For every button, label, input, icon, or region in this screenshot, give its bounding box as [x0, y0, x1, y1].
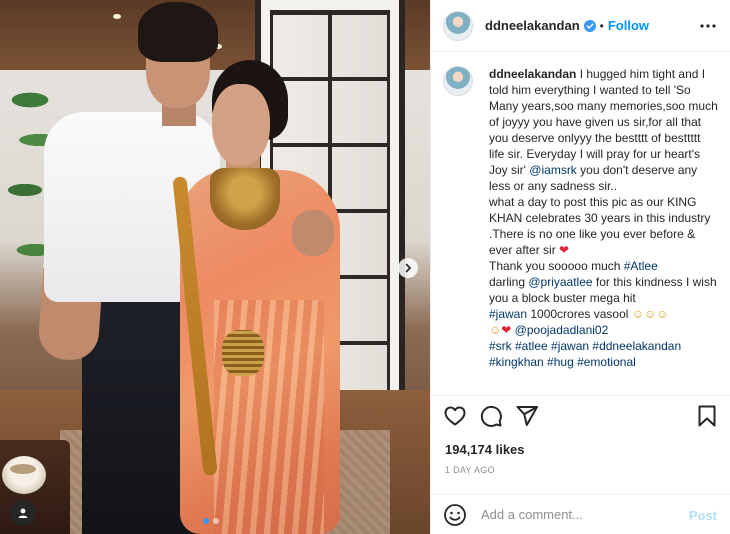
chevron-right-icon — [405, 263, 411, 273]
carousel-dot — [213, 518, 219, 524]
comment-input[interactable] — [481, 507, 681, 522]
hashtag-jawan[interactable]: #jawan — [489, 307, 527, 321]
caption-part: you don't deserve any less or any sadnes… — [489, 163, 711, 257]
carousel-dot-active — [203, 518, 209, 524]
post-side-panel: ddneelakandan • Follow ddneelakandan I h… — [430, 0, 730, 534]
author-avatar[interactable] — [443, 10, 473, 41]
speech-bubble-icon[interactable] — [479, 404, 503, 428]
author-username[interactable]: ddneelakandan — [485, 18, 580, 33]
caption-part: Thank you sooooo much — [489, 259, 621, 273]
smiley-emojis: ☺☺☺ — [631, 307, 669, 321]
hashtags-line-2[interactable]: #kingkhan #hug #emotional — [489, 355, 636, 369]
post-header: ddneelakandan • Follow — [431, 0, 730, 52]
user-tag-icon — [18, 508, 28, 518]
ceiling-light — [113, 14, 121, 19]
woman-necklace — [210, 168, 280, 230]
header-separator: • — [599, 18, 604, 33]
caption-username[interactable]: ddneelakandan — [489, 67, 576, 81]
caption: ddneelakandan I hugged him tight and I t… — [443, 66, 719, 370]
verified-badge-icon — [583, 19, 596, 32]
comment-box: Post — [431, 494, 730, 534]
mention-iamsrk[interactable]: @iamsrk — [529, 163, 577, 177]
smiley-icon[interactable] — [443, 503, 467, 527]
post-photo[interactable] — [0, 0, 430, 534]
hashtags-line-1[interactable]: #srk #atlee #jawan #ddneelakandan — [489, 339, 681, 353]
carousel-next-button[interactable] — [398, 258, 418, 278]
photo-bowl-inner — [10, 464, 36, 474]
man-hair — [138, 2, 218, 62]
caption-part: 1000crores vasool — [527, 307, 632, 321]
caption-text: ddneelakandan I hugged him tight and I t… — [489, 66, 719, 370]
woman-face — [212, 84, 270, 166]
mention-priyaatlee[interactable]: @priyaatlee — [528, 275, 592, 289]
user-tag-button[interactable] — [10, 500, 36, 526]
post-timestamp[interactable]: 1 DAY AGO — [445, 465, 495, 475]
follow-button[interactable]: Follow — [608, 18, 649, 33]
carousel-indicator — [203, 518, 219, 524]
caption-avatar[interactable] — [443, 66, 473, 96]
three-dots-icon[interactable] — [699, 17, 717, 35]
mention-poojadadlani02[interactable]: @poojadadlani02 — [515, 323, 609, 337]
smiley-emoji: ☺ — [489, 323, 502, 337]
caption-scroll-area[interactable]: ddneelakandan I hugged him tight and I t… — [431, 52, 730, 391]
man-hand — [292, 210, 334, 256]
bookmark-icon[interactable] — [695, 404, 719, 428]
paper-plane-icon[interactable] — [515, 404, 539, 428]
photo-bowl — [2, 456, 46, 494]
caption-part: I hugged him tight and I told him everyt… — [489, 67, 722, 177]
heart-outline-icon[interactable] — [443, 404, 467, 428]
woman-bangles — [222, 330, 264, 376]
post-actions — [431, 395, 730, 435]
red-heart-emoji: ❤ — [559, 243, 570, 257]
hashtag-atlee[interactable]: #Atlee — [624, 259, 658, 273]
photo-scene — [0, 0, 430, 534]
caption-part: darling — [489, 275, 526, 289]
post-comment-button[interactable]: Post — [689, 508, 717, 523]
red-heart-emoji: ❤ — [501, 323, 512, 337]
like-count[interactable]: 194,174 likes — [445, 442, 525, 457]
